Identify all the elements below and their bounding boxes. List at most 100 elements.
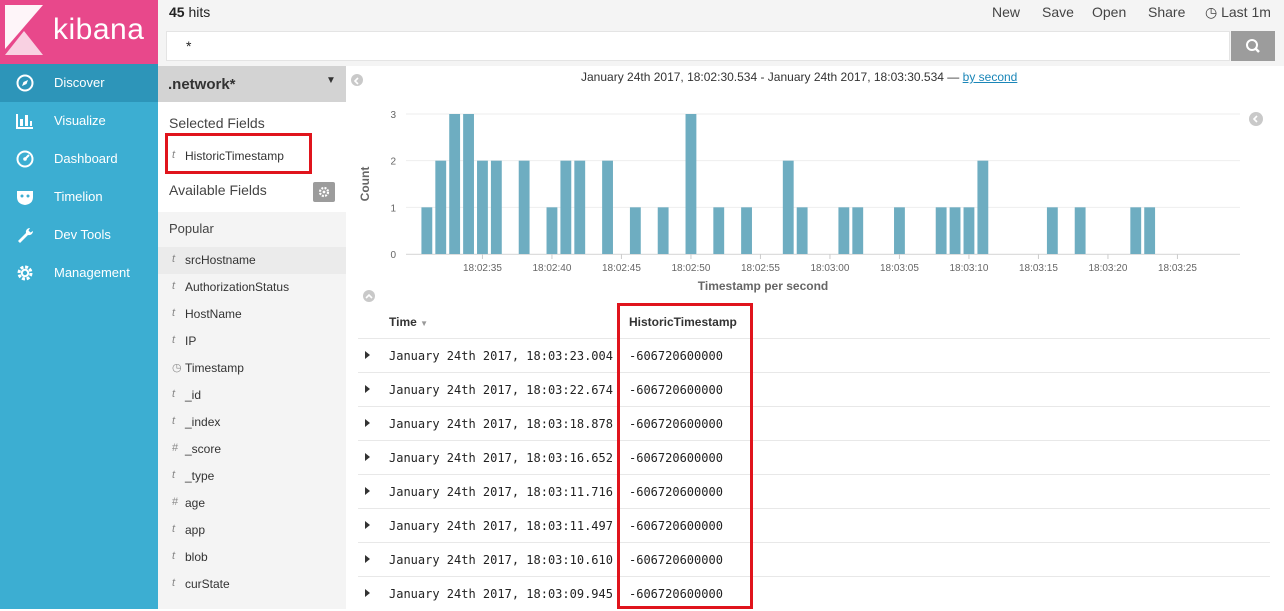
interval-link[interactable]: by second: [963, 70, 1018, 84]
number-type-icon: #: [172, 442, 179, 454]
y-tick-label: 0: [390, 250, 396, 261]
column-header-historic-timestamp[interactable]: HistoricTimestamp: [629, 315, 737, 329]
expand-caret-icon[interactable]: [365, 419, 370, 427]
timelion-shield-icon: [17, 191, 33, 205]
histogram-bar: [1144, 207, 1156, 254]
x-tick-label: 18:02:35: [463, 263, 502, 274]
string-type-icon: t: [172, 577, 176, 589]
expand-caret-icon[interactable]: [365, 453, 370, 461]
field-item-srchostname[interactable]: t srcHostname: [158, 247, 346, 274]
expand-caret-icon[interactable]: [365, 351, 370, 359]
time-picker[interactable]: ◷ Last 1m: [1205, 4, 1271, 21]
field-item-underscore-type[interactable]: t _type: [158, 463, 346, 490]
nav-item-label: Timelion: [54, 189, 103, 204]
histogram-bar: [518, 160, 530, 254]
nav-item-timelion[interactable]: Timelion: [0, 178, 158, 216]
field-item-ip[interactable]: t IP: [158, 328, 346, 355]
expand-caret-icon[interactable]: [365, 521, 370, 529]
column-header-time[interactable]: Time ▼: [389, 315, 428, 329]
table-row[interactable]: January 24th 2017, 18:03:16.652 -60672060…: [358, 440, 1270, 475]
x-tick-label: 18:02:45: [602, 263, 641, 274]
cell-time: January 24th 2017, 18:03:11.497: [389, 519, 613, 533]
nav-item-dev-tools[interactable]: Dev Tools: [0, 216, 158, 254]
new-button[interactable]: New: [992, 4, 1020, 20]
field-item-curstate[interactable]: t curState: [158, 571, 346, 598]
collapse-sidebar-button[interactable]: [351, 74, 363, 86]
selected-fields-title: Selected Fields: [169, 115, 265, 131]
search-bar: [166, 31, 1248, 61]
field-item-underscore-index[interactable]: t _index: [158, 409, 346, 436]
open-button[interactable]: Open: [1092, 4, 1126, 20]
search-button[interactable]: [1231, 31, 1275, 61]
expand-caret-icon[interactable]: [365, 555, 370, 563]
field-item-blob[interactable]: t blob: [158, 544, 346, 571]
field-item-underscore-score[interactable]: # _score: [158, 436, 346, 463]
table-row[interactable]: January 24th 2017, 18:03:11.497 -60672060…: [358, 508, 1270, 543]
field-item-age[interactable]: # age: [158, 490, 346, 517]
string-type-icon: t: [172, 280, 176, 292]
nav-item-label: Visualize: [54, 113, 106, 128]
histogram-bar: [435, 160, 447, 254]
nav-item-discover[interactable]: Discover: [0, 64, 158, 102]
expand-caret-icon[interactable]: [365, 487, 370, 495]
expand-caret-icon[interactable]: [365, 589, 370, 597]
field-item-hostname[interactable]: t HostName: [158, 301, 346, 328]
x-axis-title: Timestamp per second: [698, 279, 829, 293]
nav-item-dashboard[interactable]: Dashboard: [0, 140, 158, 178]
index-pattern-selector[interactable]: .network* ▼: [158, 66, 346, 102]
chevron-up-icon: [365, 293, 373, 299]
histogram-bar: [741, 207, 752, 254]
histogram-bar: [629, 207, 641, 254]
kibana-logo[interactable]: kibana: [0, 0, 158, 64]
available-fields-title: Available Fields: [169, 182, 267, 198]
field-item-underscore-id[interactable]: t _id: [158, 382, 346, 409]
histogram-bar: [657, 207, 669, 254]
string-type-icon: t: [172, 523, 176, 535]
hits-count: 45 hits: [169, 4, 211, 20]
field-item-timestamp[interactable]: ◷ Timestamp: [158, 355, 346, 382]
table-row[interactable]: January 24th 2017, 18:03:22.674 -60672060…: [358, 372, 1270, 407]
histogram-bar: [949, 207, 961, 254]
search-input[interactable]: [167, 32, 1248, 60]
clock-icon: ◷: [1205, 4, 1218, 20]
histogram-bar: [449, 114, 461, 254]
string-type-icon: t: [172, 388, 176, 400]
expand-caret-icon[interactable]: [365, 385, 370, 393]
histogram-bar: [477, 160, 488, 254]
time-range-label: January 24th 2017, 18:02:30.534 - Januar…: [581, 70, 1018, 84]
table-row[interactable]: January 24th 2017, 18:03:10.610 -60672060…: [358, 542, 1270, 577]
table-row[interactable]: January 24th 2017, 18:03:11.716 -60672060…: [358, 474, 1270, 509]
histogram-bar: [1074, 207, 1086, 254]
cell-time: January 24th 2017, 18:03:18.878: [389, 417, 613, 431]
histogram-bar: [852, 207, 864, 254]
field-item-authorizationstatus[interactable]: t AuthorizationStatus: [158, 274, 346, 301]
gear-icon: [17, 265, 33, 281]
x-tick-label: 18:03:25: [1158, 263, 1197, 274]
cell-historic-timestamp: -606720600000: [629, 587, 723, 601]
string-type-icon: t: [172, 307, 176, 319]
string-type-icon: t: [172, 253, 176, 265]
chevron-left-icon: [353, 77, 359, 85]
field-item-app[interactable]: t app: [158, 517, 346, 544]
nav-item-label: Dev Tools: [54, 227, 111, 242]
string-type-icon: t: [172, 415, 176, 427]
table-row[interactable]: January 24th 2017, 18:03:18.878 -60672060…: [358, 406, 1270, 441]
cell-historic-timestamp: -606720600000: [629, 349, 723, 363]
x-tick-label: 18:03:05: [880, 263, 919, 274]
date-type-icon: ◷: [172, 362, 182, 374]
nav-item-management[interactable]: Management: [0, 254, 158, 292]
histogram-bar: [490, 160, 502, 254]
table-row[interactable]: January 24th 2017, 18:03:09.945 -60672060…: [358, 576, 1270, 611]
collapse-chart-button[interactable]: [363, 290, 375, 302]
selected-field-historic-timestamp[interactable]: t HistoricTimestamp: [158, 143, 346, 170]
sort-caret-icon: ▼: [420, 319, 429, 328]
cell-time: January 24th 2017, 18:03:10.610: [389, 553, 613, 567]
bar-chart-icon: [16, 114, 33, 129]
nav-item-visualize[interactable]: Visualize: [0, 102, 158, 140]
cell-time: January 24th 2017, 18:03:16.652: [389, 451, 613, 465]
table-row[interactable]: January 24th 2017, 18:03:23.004 -60672060…: [358, 338, 1270, 373]
save-button[interactable]: Save: [1042, 4, 1074, 20]
cell-historic-timestamp: -606720600000: [629, 485, 723, 499]
share-button[interactable]: Share: [1148, 4, 1185, 20]
field-settings-button[interactable]: [313, 182, 335, 202]
